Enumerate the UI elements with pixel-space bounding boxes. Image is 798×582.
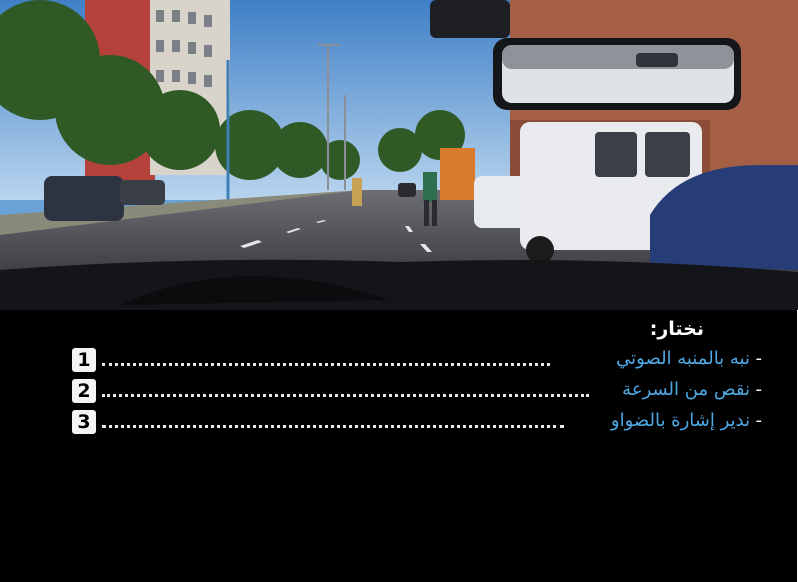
option-number-badge: 2: [72, 379, 96, 403]
question-panel: نختار: 1 نبه بالمنبه الصوتي - 2 نقص من ا…: [0, 310, 797, 582]
option-dash: -: [755, 348, 763, 369]
white-car: [474, 176, 526, 228]
dotted-leader: [102, 419, 564, 428]
pedestrian: [423, 172, 437, 202]
option-number-badge: 1: [72, 348, 96, 372]
option-text: نقص من السرعة: [622, 379, 750, 400]
answer-option-1[interactable]: 1 نبه بالمنبه الصوتي -: [72, 348, 762, 376]
driving-scene-image: [0, 0, 798, 310]
answer-option-3[interactable]: 3 ندير إشارة بالضواو -: [72, 410, 762, 438]
dotted-leader: [102, 388, 589, 397]
option-number-badge: 3: [72, 410, 96, 434]
dashcam-view: [0, 0, 798, 310]
parked-car: [44, 176, 124, 221]
question-prompt: نختار:: [649, 318, 704, 340]
answer-option-2[interactable]: 2 نقص من السرعة -: [72, 379, 762, 407]
option-dash: -: [755, 379, 763, 400]
option-text: نبه بالمنبه الصوتي: [616, 348, 750, 369]
dotted-leader: [102, 357, 550, 366]
option-dash: -: [755, 410, 763, 431]
orange-truck: [440, 148, 475, 200]
option-text: ندير إشارة بالضواو: [610, 410, 750, 431]
dashboard: [0, 259, 798, 310]
